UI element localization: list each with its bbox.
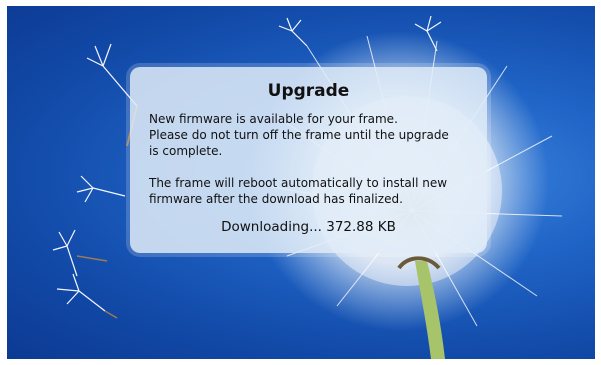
download-status: Downloading... 372.88 KB — [221, 219, 396, 235]
message-line: Please do not turn off the frame until t… — [149, 128, 449, 142]
dialog-message: New firmware is available for your frame… — [149, 111, 479, 207]
message-line: The frame will reboot automatically to i… — [149, 176, 448, 190]
message-line: New firmware is available for your frame… — [149, 112, 398, 126]
frame-screen: Upgrade New firmware is available for yo… — [7, 6, 595, 359]
dialog-title: Upgrade — [267, 81, 350, 101]
message-line: is complete. — [149, 144, 223, 158]
message-line: firmware after the download has finalize… — [149, 192, 403, 206]
upgrade-dialog: Upgrade New firmware is available for yo… — [130, 67, 487, 253]
